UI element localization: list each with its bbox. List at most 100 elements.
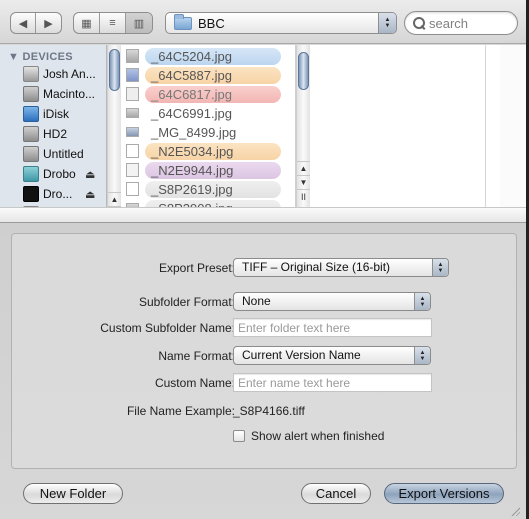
- file-name: _64C5204.jpg: [145, 47, 281, 65]
- document-file-icon: [126, 182, 139, 196]
- export-preset-popup[interactable]: TIFF – Original Size (16-bit) ▲ ▼: [233, 258, 449, 277]
- back-forward-control: ◀ ▶: [10, 12, 62, 34]
- eject-icon[interactable]: ⏏: [85, 168, 95, 181]
- show-alert-row: Show alert when finished: [12, 429, 518, 449]
- image-file-icon: [126, 68, 139, 82]
- show-alert-checkbox[interactable]: [233, 430, 245, 442]
- file-item[interactable]: _N2E9944.jpg: [126, 161, 286, 179]
- back-button[interactable]: ◀: [11, 13, 36, 33]
- empty-column: [310, 45, 486, 222]
- show-alert-checkbox-control[interactable]: Show alert when finished: [233, 429, 384, 443]
- image-file-icon: [126, 163, 139, 177]
- devices-heading[interactable]: ▼ DEVICES: [8, 51, 73, 63]
- subfolder-format-popup[interactable]: None ▲ ▼: [233, 292, 431, 311]
- file-name-example-row: File Name Example: _S8P4166.tiff: [12, 401, 518, 421]
- file-name: _64C5887.jpg: [145, 66, 281, 84]
- file-browser: ▼ DEVICES Josh An... Macinto... iDisk HD…: [0, 45, 526, 222]
- folder-icon: [174, 13, 192, 30]
- sidebar: ▼ DEVICES Josh An... Macinto... iDisk HD…: [0, 45, 107, 222]
- custom-name-label: Custom Name:: [154, 376, 235, 390]
- file-name-example-label: File Name Example:: [126, 404, 235, 418]
- export-preset-row: Export Preset: TIFF – Original Size (16-…: [12, 258, 518, 278]
- cancel-button[interactable]: Cancel: [301, 483, 371, 504]
- sidebar-item-label: iDisk: [43, 107, 69, 121]
- scroll-thumb[interactable]: [298, 52, 309, 90]
- name-format-popup[interactable]: Current Version Name ▲ ▼: [233, 346, 431, 365]
- file-item[interactable]: _MG_8499.jpg: [126, 123, 286, 141]
- search-field: [404, 11, 518, 35]
- new-folder-button[interactable]: New Folder: [23, 483, 123, 504]
- image-file-icon: [126, 127, 139, 137]
- sidebar-item-computer[interactable]: Josh An...: [23, 65, 103, 83]
- export-preset-value: TIFF – Original Size (16-bit): [242, 260, 391, 274]
- forward-button[interactable]: ▶: [36, 13, 61, 33]
- popup-arrows-icon: ▲ ▼: [414, 293, 430, 310]
- name-format-row: Name Format: Current Version Name ▲ ▼: [12, 346, 518, 366]
- sidebar-item-untitled[interactable]: Untitled: [23, 145, 103, 163]
- idisk-icon: [23, 106, 39, 122]
- hard-drive-icon: [23, 146, 39, 162]
- file-item[interactable]: _S8P2619.jpg: [126, 180, 286, 198]
- search-input[interactable]: [429, 15, 515, 31]
- list-view-button[interactable]: ≡: [100, 13, 126, 33]
- subfolder-format-value: None: [242, 294, 271, 308]
- horizontal-scrollbar[interactable]: [0, 207, 526, 222]
- popup-arrows-icon: ▲ ▼: [414, 347, 430, 364]
- icon-view-button[interactable]: ▦: [74, 13, 100, 33]
- location-popup[interactable]: BBC ▲ ▼: [165, 12, 397, 34]
- export-preset-label: Export Preset:: [158, 261, 235, 275]
- file-item[interactable]: _64C6817.jpg: [126, 85, 286, 103]
- file-name: _64C6991.jpg: [151, 105, 232, 121]
- column-view-button[interactable]: ▥: [126, 13, 152, 33]
- file-column-scrollbar[interactable]: ▲ ▼ II: [296, 45, 310, 208]
- file-item[interactable]: _64C5204.jpg: [126, 47, 286, 65]
- sidebar-item-label: HD2: [43, 127, 68, 141]
- custom-subfolder-row: Custom Subfolder Name:: [12, 318, 518, 338]
- sidebar-item-label: Macinto...: [43, 87, 96, 101]
- sidebar-item-hd2[interactable]: HD2: [23, 125, 103, 143]
- popup-arrows-icon: ▲ ▼: [378, 13, 396, 33]
- sidebar-scrollbar[interactable]: ▲ ▼: [107, 45, 121, 222]
- image-file-icon: [126, 108, 139, 118]
- image-file-icon: [126, 49, 139, 63]
- export-versions-button[interactable]: Export Versions: [384, 483, 504, 504]
- sidebar-item-label: Dro...: [43, 187, 73, 201]
- scroll-down-arrow[interactable]: ▼: [297, 175, 310, 189]
- computer-icon: [23, 66, 39, 82]
- drobo-icon: [23, 166, 39, 182]
- sidebar-item-idisk[interactable]: iDisk: [23, 105, 103, 123]
- scroll-thumb[interactable]: [109, 49, 120, 91]
- file-name: _S8P2619.jpg: [145, 180, 281, 198]
- list-view-icon: ≡: [109, 17, 116, 29]
- eject-icon[interactable]: ⏏: [85, 188, 95, 201]
- drive-icon: [23, 186, 39, 202]
- sidebar-item-label: Josh An...: [43, 67, 96, 81]
- sidebar-item-macintosh[interactable]: Macinto...: [23, 85, 103, 103]
- file-item[interactable]: _64C6991.jpg: [126, 104, 286, 122]
- file-name: _N2E9944.jpg: [145, 161, 281, 179]
- back-icon: ◀: [18, 17, 28, 30]
- custom-name-input[interactable]: [233, 373, 432, 392]
- name-format-label: Name Format:: [158, 349, 235, 363]
- column-resize-handle[interactable]: II: [297, 189, 310, 203]
- scroll-up-arrow[interactable]: ▲: [297, 161, 310, 175]
- file-name-example-value: _S8P4166.tiff: [233, 404, 305, 418]
- file-name: _N2E5034.jpg: [145, 142, 281, 160]
- sidebar-item-drobo-2[interactable]: Dro... ⏏: [23, 185, 103, 203]
- file-item[interactable]: _64C5887.jpg: [126, 66, 286, 84]
- image-file-icon: [126, 87, 139, 101]
- toolbar: ◀ ▶ ▦ ≡ ▥ BBC ▲ ▼: [0, 0, 526, 44]
- scroll-up-arrow[interactable]: ▲: [108, 192, 121, 206]
- file-name: _64C6817.jpg: [145, 85, 281, 103]
- file-item[interactable]: _N2E5034.jpg: [126, 142, 286, 160]
- export-options-panel: Export Preset: TIFF – Original Size (16-…: [11, 233, 517, 469]
- custom-subfolder-input[interactable]: [233, 318, 432, 337]
- search-icon: [412, 16, 426, 30]
- empty-column-2: [500, 45, 526, 222]
- sidebar-item-drobo[interactable]: Drobo ⏏: [23, 165, 103, 183]
- view-mode-control: ▦ ≡ ▥: [73, 12, 153, 34]
- column-view-icon: ▥: [133, 17, 145, 30]
- show-alert-label: Show alert when finished: [251, 429, 385, 443]
- sidebar-item-label: Untitled: [43, 147, 84, 161]
- hard-drive-icon: [23, 126, 39, 142]
